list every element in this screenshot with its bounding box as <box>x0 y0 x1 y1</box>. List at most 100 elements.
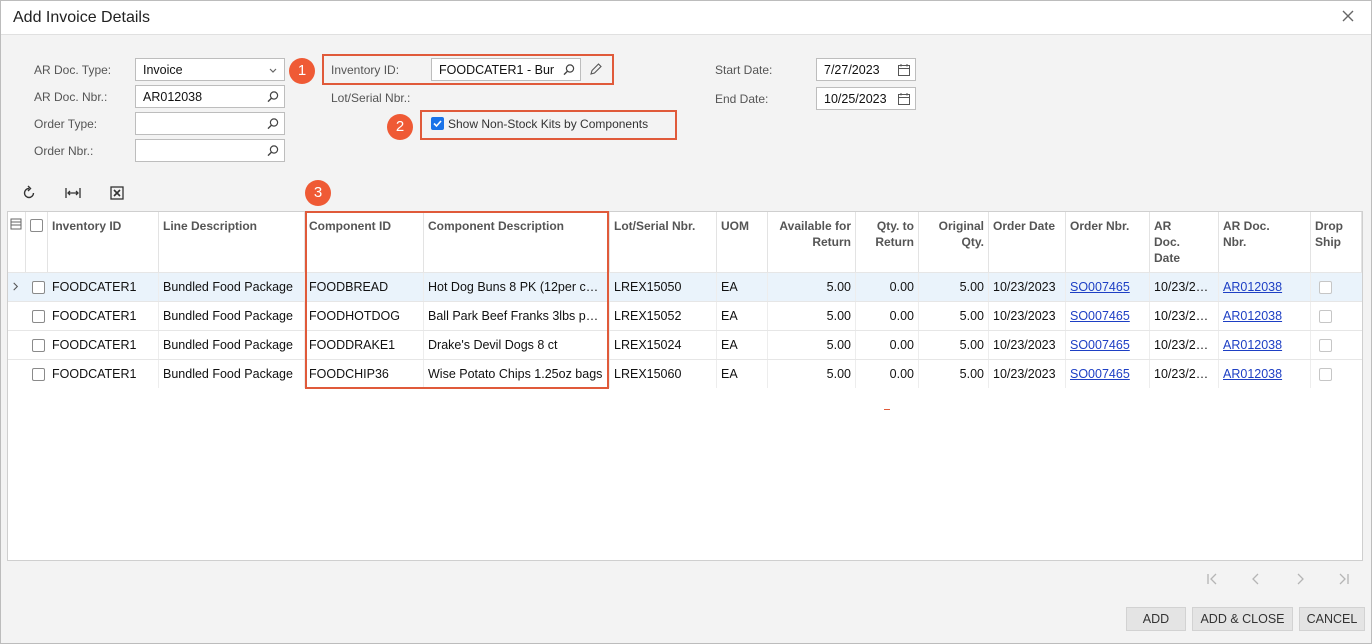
col-ar-doc-date[interactable]: AR Doc. Date <box>1150 212 1219 272</box>
grid-settings-icon[interactable] <box>10 218 22 230</box>
ar-doc-nbr-link[interactable]: AR012038 <box>1223 367 1282 381</box>
table-row[interactable]: FOODCATER1 Bundled Food Package FOODBREAD H… <box>8 272 1362 301</box>
previous-page-icon[interactable] <box>1248 571 1264 587</box>
calendar-icon[interactable] <box>897 92 911 106</box>
select-all-checkbox[interactable] <box>30 219 43 232</box>
first-page-icon[interactable] <box>1204 571 1220 587</box>
order-nbr-link[interactable]: SO007465 <box>1070 367 1130 381</box>
cell-qty-to-return: 0.00 <box>856 360 919 388</box>
cell-line-description: Bundled Food Package <box>159 273 305 301</box>
start-date-label: Start Date: <box>715 63 773 77</box>
row-select-checkbox[interactable] <box>32 368 45 381</box>
col-lot-serial[interactable]: Lot/Serial Nbr. <box>610 212 717 272</box>
cell-available: 5.00 <box>768 360 856 388</box>
cell-lot-serial: LREX15050 <box>610 273 717 301</box>
row-select-checkbox[interactable] <box>32 310 45 323</box>
cell-line-description: Bundled Food Package <box>159 360 305 388</box>
row-select-checkbox[interactable] <box>32 281 45 294</box>
cell-qty-to-return: 0.00 <box>856 331 919 359</box>
show-kits-checkbox[interactable] <box>431 117 444 130</box>
last-page-icon[interactable] <box>1336 571 1352 587</box>
cell-inventory-id: FOODCATER1 <box>48 360 159 388</box>
cell-order-nbr: SO007465 <box>1066 331 1150 359</box>
end-date-field[interactable]: 10/25/2023 <box>816 87 916 110</box>
calendar-icon[interactable] <box>897 63 911 77</box>
start-date-value: 7/27/2023 <box>824 63 880 77</box>
cell-order-date: 10/23/2023 <box>989 302 1066 330</box>
next-page-icon[interactable] <box>1292 571 1308 587</box>
callout-box-3 <box>305 211 609 389</box>
dialog-title: Add Invoice Details <box>13 9 150 26</box>
cell-ar-doc-nbr: AR012038 <box>1219 331 1311 359</box>
drop-ship-checkbox <box>1319 281 1332 294</box>
col-original-qty[interactable]: Original Qty. <box>919 212 989 272</box>
col-order-date[interactable]: Order Date <box>989 212 1066 272</box>
col-qty-to-return[interactable]: Qty. to Return <box>856 212 919 272</box>
cell-qty-to-return: 0.00 <box>856 302 919 330</box>
cancel-button[interactable]: CANCEL <box>1299 607 1365 631</box>
col-uom[interactable]: UOM <box>717 212 768 272</box>
ar-doc-nbr-field[interactable]: AR012038 <box>135 85 285 108</box>
table-row[interactable]: FOODCATER1 Bundled Food Package FOODCHIP36… <box>8 359 1362 388</box>
ar-doc-nbr-link[interactable]: AR012038 <box>1223 309 1282 323</box>
start-date-field[interactable]: 7/27/2023 <box>816 58 916 81</box>
end-date-label: End Date: <box>715 92 769 106</box>
refresh-icon[interactable] <box>20 184 38 202</box>
cell-ar-doc-date: 10/23/2023 <box>1150 273 1219 301</box>
col-drop-ship[interactable]: Drop Ship <box>1311 212 1362 272</box>
current-row-arrow-icon <box>13 282 19 291</box>
show-kits-label[interactable]: Show Non-Stock Kits by Components <box>448 117 648 131</box>
cell-line-description: Bundled Food Package <box>159 331 305 359</box>
cell-available: 5.00 <box>768 273 856 301</box>
col-ar-doc-nbr[interactable]: AR Doc. Nbr. <box>1219 212 1311 272</box>
row-select-checkbox[interactable] <box>32 339 45 352</box>
add-invoice-details-dialog: Add Invoice Details AR Doc. Type: Invoic… <box>0 0 1372 644</box>
cell-qty-to-return: 0.00 <box>856 273 919 301</box>
order-type-field[interactable] <box>135 112 285 135</box>
order-nbr-label: Order Nbr.: <box>34 144 94 158</box>
callout-badge-3: 3 <box>305 180 331 206</box>
col-available-for-return[interactable]: Available for Return <box>768 212 856 272</box>
table-row[interactable]: FOODCATER1 Bundled Food Package FOODHOTDOG… <box>8 301 1362 330</box>
cell-inventory-id: FOODCATER1 <box>48 331 159 359</box>
cell-ar-doc-nbr: AR012038 <box>1219 273 1311 301</box>
order-nbr-link[interactable]: SO007465 <box>1070 309 1130 323</box>
col-order-nbr[interactable]: Order Nbr. <box>1066 212 1150 272</box>
ar-doc-nbr-link[interactable]: AR012038 <box>1223 280 1282 294</box>
order-nbr-field[interactable] <box>135 139 285 162</box>
search-icon[interactable] <box>266 144 280 158</box>
order-nbr-link[interactable]: SO007465 <box>1070 280 1130 294</box>
add-button[interactable]: ADD <box>1126 607 1186 631</box>
cell-ar-doc-date: 10/23/2023 <box>1150 302 1219 330</box>
cell-lot-serial: LREX15052 <box>610 302 717 330</box>
cell-inventory-id: FOODCATER1 <box>48 273 159 301</box>
red-marker <box>884 409 890 410</box>
fit-columns-icon[interactable] <box>64 184 82 202</box>
add-and-close-button[interactable]: ADD & CLOSE <box>1192 607 1293 631</box>
lot-serial-label: Lot/Serial Nbr.: <box>331 91 411 105</box>
column-settings-header[interactable] <box>8 212 26 272</box>
inventory-id-field[interactable]: FOODCATER1 - Bur <box>431 58 581 81</box>
search-icon[interactable] <box>266 117 280 131</box>
cell-available: 5.00 <box>768 302 856 330</box>
drop-ship-checkbox <box>1319 339 1332 352</box>
cell-order-date: 10/23/2023 <box>989 331 1066 359</box>
search-icon[interactable] <box>562 63 576 77</box>
col-inventory-id[interactable]: Inventory ID <box>48 212 159 272</box>
pencil-icon[interactable] <box>589 62 603 76</box>
cell-line-description: Bundled Food Package <box>159 302 305 330</box>
cell-original-qty: 5.00 <box>919 273 989 301</box>
callout-badge-2: 2 <box>387 114 413 140</box>
export-excel-icon[interactable] <box>108 184 126 202</box>
col-line-description[interactable]: Line Description <box>159 212 305 272</box>
ar-doc-nbr-link[interactable]: AR012038 <box>1223 338 1282 352</box>
cell-lot-serial: LREX15024 <box>610 331 717 359</box>
search-icon[interactable] <box>266 90 280 104</box>
close-icon[interactable] <box>1339 7 1357 25</box>
chevron-down-icon <box>269 68 277 73</box>
order-nbr-link[interactable]: SO007465 <box>1070 338 1130 352</box>
cell-ar-doc-nbr: AR012038 <box>1219 360 1311 388</box>
ar-doc-type-select[interactable]: Invoice <box>135 58 285 81</box>
drop-ship-checkbox <box>1319 368 1332 381</box>
table-row[interactable]: FOODCATER1 Bundled Food Package FOODDRAKE1… <box>8 330 1362 359</box>
